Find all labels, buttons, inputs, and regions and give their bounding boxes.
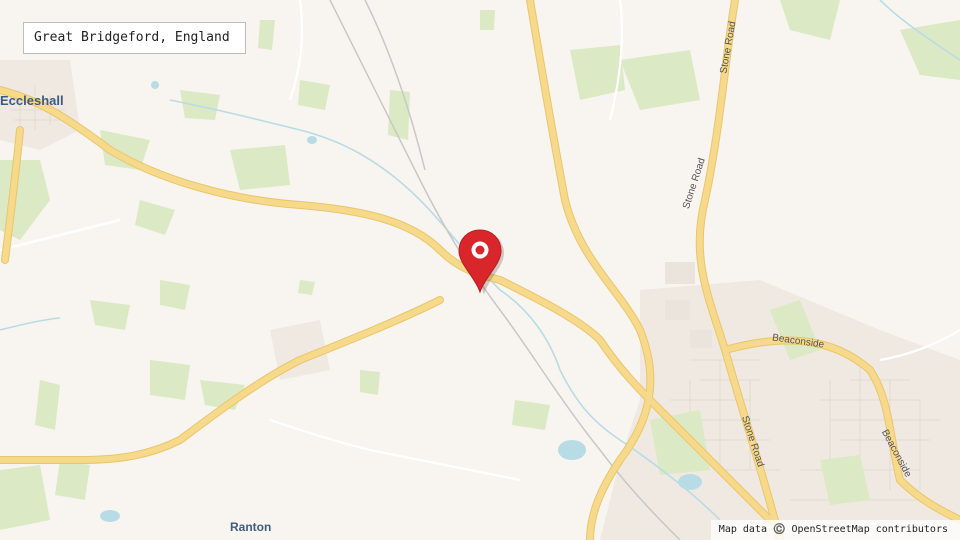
place-label-ranton: Ranton <box>230 520 272 534</box>
location-name-box: Great Bridgeford, England <box>23 22 246 54</box>
location-pin-icon[interactable] <box>458 229 504 295</box>
map-attribution[interactable]: Map data ©️ OpenStreetMap contributors <box>710 520 960 540</box>
place-label-eccleshall: Eccleshall <box>0 93 64 108</box>
